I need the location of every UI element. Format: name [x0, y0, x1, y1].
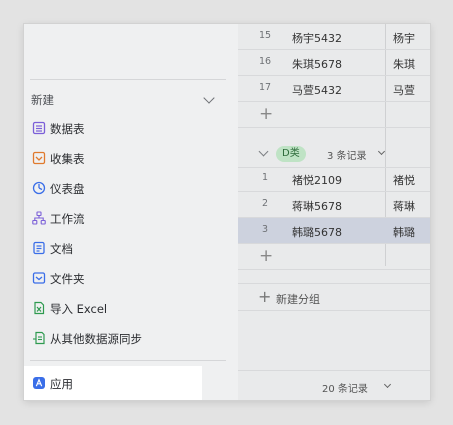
menu-item-import-excel[interactable]: 导入 Excel	[24, 293, 238, 323]
cell-extra[interactable]: 蒋琳	[393, 198, 415, 214]
cell-name[interactable]: 杨宇5432	[292, 30, 342, 46]
new-group-button[interactable]: + 新建分组	[238, 283, 430, 311]
collapse-group-icon[interactable]	[258, 146, 269, 157]
divider	[30, 79, 226, 80]
menu-item-label: 文档	[50, 242, 73, 256]
menu-item-workflow[interactable]: 工作流	[24, 203, 238, 233]
menu-item-datasheet[interactable]: 数据表	[24, 113, 238, 143]
divider	[30, 360, 226, 361]
table-row[interactable]: 17 马萱5432 马萱	[238, 76, 430, 102]
folder-icon	[32, 272, 46, 284]
plus-icon: +	[259, 104, 274, 124]
row-number: 1	[261, 172, 269, 183]
menu-item-label: 应用	[50, 377, 73, 391]
row-number: 3	[261, 224, 269, 235]
table-row-selected[interactable]: 3 韩璐5678 韩璐	[238, 218, 430, 244]
table-row[interactable]: 1 褚悦2109 褚悦	[238, 166, 430, 192]
menu-item-label: 工作流	[50, 212, 85, 226]
group-header[interactable]: D类 3 条记录	[238, 140, 430, 168]
menu-item-sync-datasource[interactable]: 从其他数据源同步	[24, 323, 238, 353]
group-record-count[interactable]: 3 条记录	[327, 147, 367, 162]
chevron-down-icon[interactable]	[377, 147, 386, 156]
menu-item-app[interactable]: 应用	[24, 366, 202, 400]
menu-item-folder[interactable]: 文件夹	[24, 263, 238, 293]
chevron-down-icon[interactable]	[203, 92, 215, 104]
workflow-icon	[32, 211, 46, 225]
menu-item-label: 从其他数据源同步	[50, 332, 142, 346]
new-group-label: 新建分组	[276, 293, 320, 306]
menu-item-label: 数据表	[50, 122, 85, 136]
row-number: 17	[258, 82, 272, 93]
cell-extra[interactable]: 杨宇	[393, 30, 415, 46]
plus-icon: +	[259, 246, 274, 266]
menu-item-label: 导入 Excel	[50, 302, 108, 316]
menu-item-label: 收集表	[50, 152, 85, 166]
footer-count-label: 20 条记录	[322, 384, 368, 395]
menu-item-label: 文件夹	[50, 272, 85, 286]
datasheet-icon	[32, 121, 46, 135]
document-icon	[33, 241, 45, 255]
menu-item-label: 仪表盘	[50, 182, 85, 196]
cell-name[interactable]: 朱琪5678	[292, 56, 342, 72]
cell-name[interactable]: 蒋琳5678	[292, 198, 342, 214]
row-number: 2	[261, 198, 269, 209]
cell-name[interactable]: 褚悦2109	[292, 172, 342, 188]
app-icon	[33, 377, 45, 389]
plus-icon: +	[258, 287, 272, 306]
add-record-button[interactable]: +	[238, 102, 430, 128]
table-row[interactable]: 16 朱琪5678 朱琪	[238, 50, 430, 76]
create-menu: 新建 数据表 收集表 仪表盘 工作流 文档 文件夹 导入 Excel 从其他数据…	[24, 24, 238, 400]
cell-extra[interactable]: 马萱	[393, 82, 415, 98]
sync-icon	[33, 331, 45, 345]
menu-item-dashboard[interactable]: 仪表盘	[24, 173, 238, 203]
table-area: 15 杨宇5432 杨宇 16 朱琪5678 朱琪 17 马萱5432 马萱 +…	[238, 24, 430, 400]
group-tag: D类	[276, 146, 306, 162]
form-icon	[32, 151, 46, 165]
cell-name[interactable]: 马萱5432	[292, 82, 342, 98]
chevron-down-icon	[383, 380, 392, 389]
row-number: 16	[258, 56, 272, 67]
table-row[interactable]: 15 杨宇5432 杨宇	[238, 24, 430, 50]
record-count-footer[interactable]: 20 条记录	[238, 370, 430, 400]
cell-extra[interactable]: 朱琪	[393, 56, 415, 72]
menu-title: 新建	[31, 93, 54, 107]
add-record-button[interactable]: +	[238, 244, 430, 270]
menu-item-document[interactable]: 文档	[24, 233, 238, 263]
row-number: 15	[258, 30, 272, 41]
excel-import-icon	[34, 301, 45, 315]
cell-name[interactable]: 韩璐5678	[292, 224, 342, 240]
app-window: 15 杨宇5432 杨宇 16 朱琪5678 朱琪 17 马萱5432 马萱 +…	[24, 24, 430, 400]
cell-extra[interactable]: 褚悦	[393, 172, 415, 188]
table-row[interactable]: 2 蒋琳5678 蒋琳	[238, 192, 430, 218]
dashboard-icon	[32, 181, 46, 195]
cell-extra[interactable]: 韩璐	[393, 224, 415, 240]
menu-item-form[interactable]: 收集表	[24, 143, 238, 173]
